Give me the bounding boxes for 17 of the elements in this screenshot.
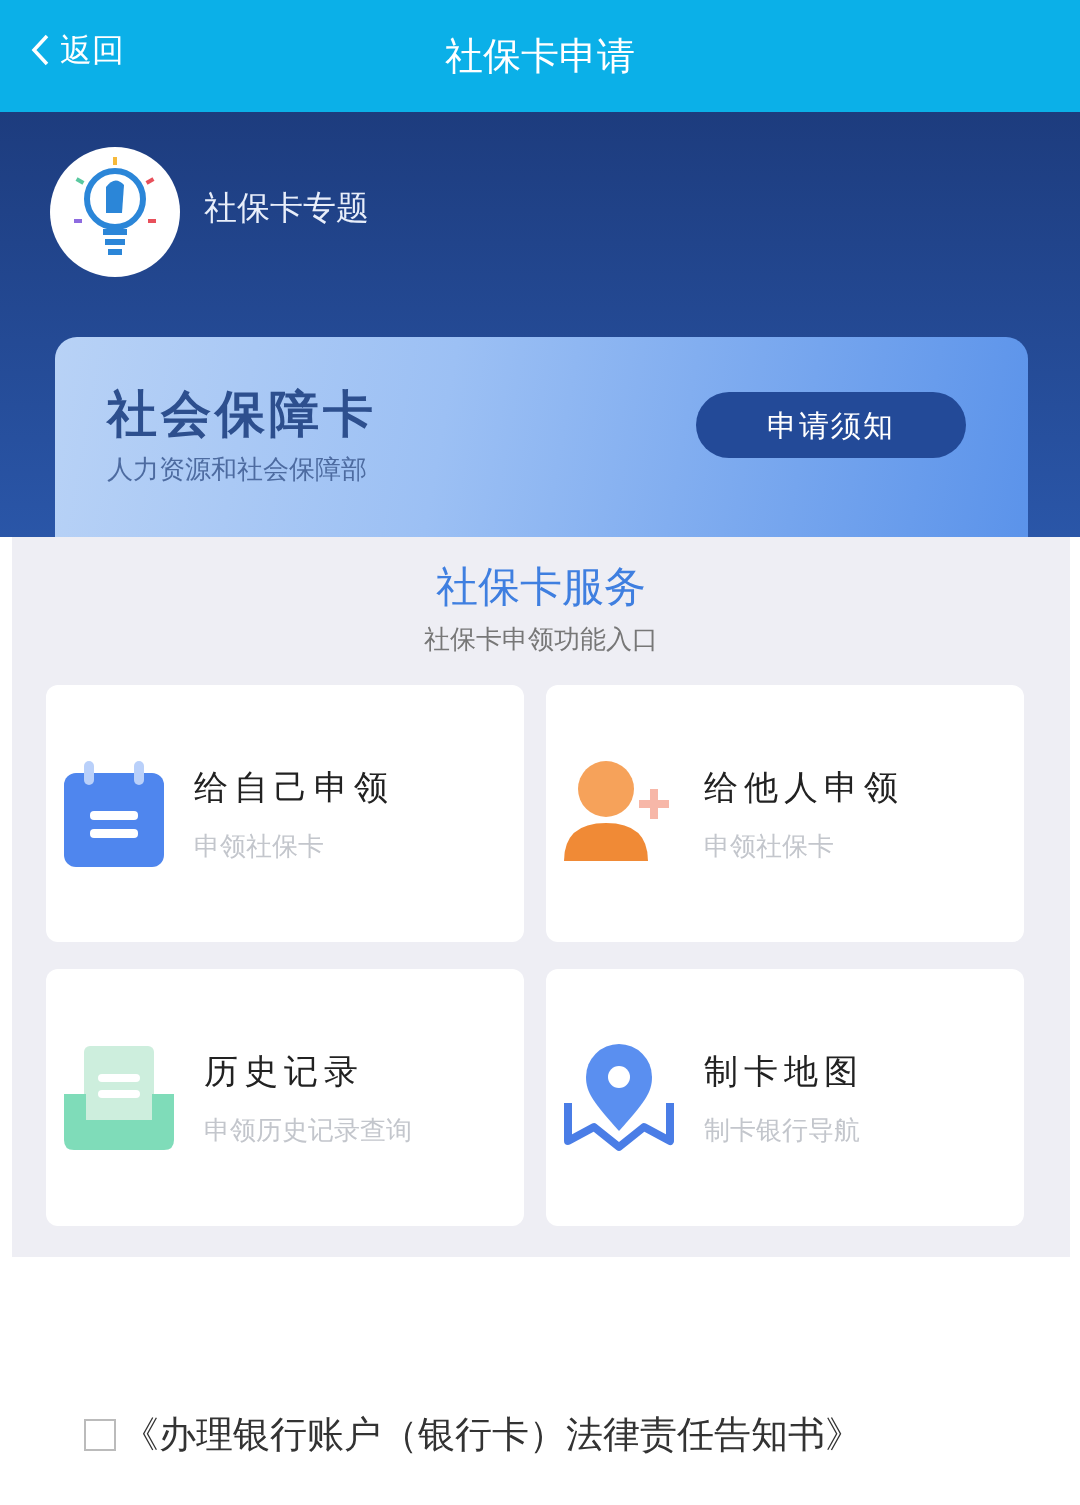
profile-subtitle: 社保卡专题 [204, 187, 369, 229]
service-tile[interactable]: 给自己申领 申领社保卡 [46, 685, 524, 942]
calendar-icon [64, 760, 164, 867]
map-pin-icon [564, 1042, 674, 1153]
section-subtitle: 社保卡申领功能入口 [424, 624, 658, 654]
card-title: 社会保障卡 [107, 387, 377, 442]
service-tile[interactable]: 给他人申领 申领社保卡 [546, 685, 1024, 942]
service-tile[interactable]: 历史记录 申领历史记录查询 [46, 969, 524, 1226]
agreement-checkbox[interactable] [84, 1418, 116, 1451]
tray-icon [64, 1045, 174, 1150]
back-icon [30, 33, 50, 67]
notice-button[interactable]: 申请须知 [696, 392, 966, 458]
section-title: 社保卡服务 [436, 562, 646, 611]
card-subtitle: 人力资源和社会保障部 [107, 453, 368, 486]
page-title: 社保卡申请 [445, 34, 635, 78]
agreement-link[interactable]: 《办理银行账户（银行卡）法律责任告知书》 [122, 1407, 862, 1463]
service-tile[interactable]: 制卡地图 制卡银行导航 [546, 969, 1024, 1226]
